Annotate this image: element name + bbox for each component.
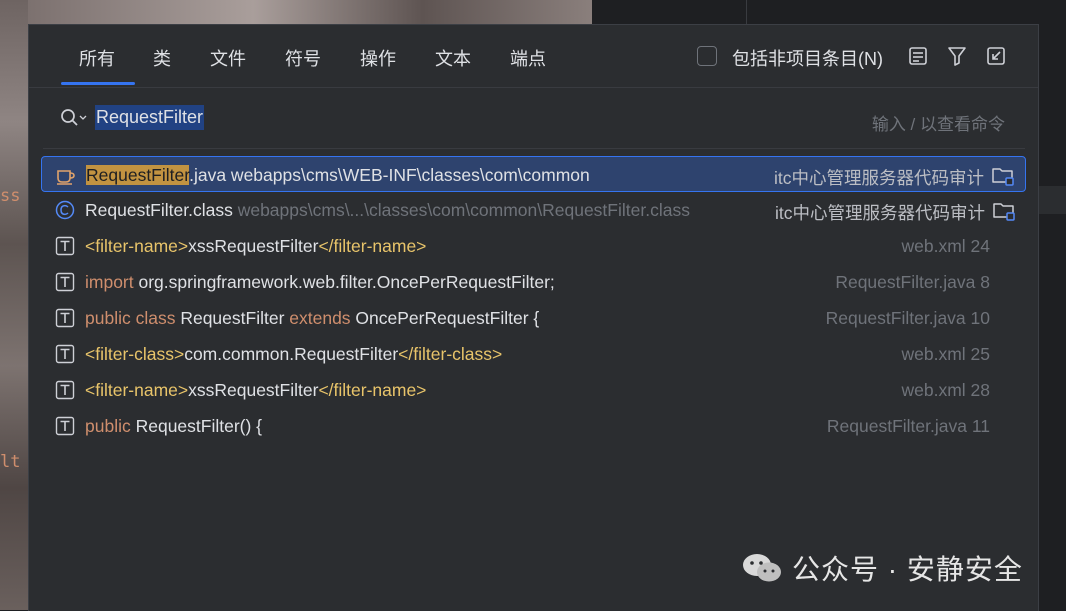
code-text: com.common.RequestFilter bbox=[184, 344, 399, 364]
folder-icon bbox=[992, 200, 1016, 222]
include-non-project-label[interactable]: 包括非项目条目(N) bbox=[732, 45, 883, 71]
collapse-icon[interactable] bbox=[985, 45, 1007, 67]
result-project: itc中心管理服务器代码审计 bbox=[774, 168, 984, 188]
text-icon bbox=[55, 308, 75, 328]
result-text: RequestFilter.class webapps\cms\...\clas… bbox=[85, 200, 690, 221]
xml-tag: </filter-name> bbox=[318, 236, 427, 256]
result-location: web.xml 28 bbox=[901, 380, 990, 400]
folder-icon bbox=[991, 165, 1015, 187]
background-image-top bbox=[28, 0, 592, 24]
xml-tag: <filter-name> bbox=[85, 236, 189, 256]
result-row[interactable]: <filter-class>com.common.RequestFilter</… bbox=[41, 336, 1026, 372]
code-keyword: public class bbox=[85, 308, 176, 328]
result-location: RequestFilter.java 11 bbox=[826, 416, 990, 436]
tab-actions[interactable]: 操作 bbox=[360, 45, 396, 71]
java-file-icon bbox=[56, 165, 76, 185]
divider bbox=[43, 148, 1025, 149]
code-keyword: extends bbox=[289, 308, 351, 328]
code-text: org.springframework.web.filter.OncePerRe… bbox=[133, 272, 555, 292]
editor-current-line bbox=[1037, 186, 1066, 214]
result-row[interactable]: RequestFilter.class webapps\cms\...\clas… bbox=[41, 192, 1026, 228]
search-input[interactable]: RequestFilter bbox=[95, 105, 205, 130]
code-text: xssRequestFilter bbox=[188, 380, 319, 400]
tab-text[interactable]: 文本 bbox=[435, 45, 471, 71]
result-row[interactable]: public class RequestFilter extends OnceP… bbox=[41, 300, 1026, 336]
result-row[interactable]: public RequestFilter() { RequestFilter.ja… bbox=[41, 408, 1026, 444]
code-text: RequestFilter() { bbox=[130, 416, 263, 436]
xml-tag: <filter-name> bbox=[85, 380, 189, 400]
include-non-project-checkbox[interactable] bbox=[697, 46, 717, 66]
xml-tag: <filter-class> bbox=[85, 344, 185, 364]
editor-divider bbox=[746, 0, 747, 24]
result-location: web.xml 24 bbox=[901, 236, 990, 256]
result-text: import org.springframework.web.filter.On… bbox=[85, 272, 555, 293]
background-editor bbox=[592, 0, 1066, 24]
code-keyword: public bbox=[85, 416, 131, 436]
result-location: web.xml 25 bbox=[901, 344, 990, 364]
search-hint: 输入 / 以查看命令 bbox=[871, 115, 1005, 134]
tab-all[interactable]: 所有 bbox=[79, 45, 115, 71]
result-row[interactable]: <filter-name>xssRequestFilter</filter-na… bbox=[41, 372, 1026, 408]
result-location: RequestFilter.java 10 bbox=[825, 308, 990, 328]
search-row: RequestFilter 输入 / 以查看命令 bbox=[29, 88, 1038, 148]
result-path: webapps\cms\...\classes\com\common\Reque… bbox=[232, 200, 690, 220]
result-text: <filter-name>xssRequestFilter</filter-na… bbox=[85, 236, 426, 257]
text-icon bbox=[55, 344, 75, 364]
result-row[interactable]: import org.springframework.web.filter.On… bbox=[41, 264, 1026, 300]
result-path: .java webapps\cms\WEB-INF\classes\com\co… bbox=[189, 165, 590, 185]
result-text: public class RequestFilter extends OnceP… bbox=[85, 308, 539, 329]
background-code-fragment: ss bbox=[0, 186, 21, 206]
result-project: itc中心管理服务器代码审计 bbox=[775, 203, 985, 223]
results-list: RequestFilter.java webapps\cms\WEB-INF\c… bbox=[41, 156, 1026, 444]
match-highlight: RequestFilter bbox=[86, 165, 190, 185]
watermark-text: 公众号 · 安静安全 bbox=[792, 554, 1023, 585]
watermark: 公众号 · 安静安全 bbox=[740, 548, 1023, 588]
background-code-fragment: lt bbox=[0, 452, 21, 472]
tabs-bar: 所有 类 文件 符号 操作 文本 端点 包括非项目条目(N) bbox=[29, 25, 1038, 88]
result-name: RequestFilter.class bbox=[85, 200, 233, 220]
background-image-strip bbox=[0, 0, 28, 610]
tab-endpoints[interactable]: 端点 bbox=[510, 45, 546, 71]
result-location: RequestFilter.java 8 bbox=[835, 272, 990, 292]
tab-files[interactable]: 文件 bbox=[210, 45, 246, 71]
tab-classes[interactable]: 类 bbox=[153, 45, 171, 71]
result-text: RequestFilter.java webapps\cms\WEB-INF\c… bbox=[86, 165, 590, 186]
preview-icon[interactable] bbox=[907, 45, 929, 67]
code-text: RequestFilter bbox=[175, 308, 290, 328]
text-icon bbox=[55, 236, 75, 256]
result-row[interactable]: <filter-name>xssRequestFilter</filter-na… bbox=[41, 228, 1026, 264]
result-row[interactable]: RequestFilter.java webapps\cms\WEB-INF\c… bbox=[41, 156, 1026, 192]
xml-tag: </filter-class> bbox=[398, 344, 503, 364]
code-text: xssRequestFilter bbox=[188, 236, 319, 256]
result-text: <filter-name>xssRequestFilter</filter-na… bbox=[85, 380, 426, 401]
search-icon[interactable] bbox=[59, 106, 87, 130]
class-icon bbox=[55, 200, 75, 220]
code-text: OncePerRequestFilter { bbox=[350, 308, 540, 328]
wechat-icon bbox=[743, 554, 781, 582]
result-text: public RequestFilter() { bbox=[85, 416, 262, 437]
search-everywhere-popup: 所有 类 文件 符号 操作 文本 端点 包括非项目条目(N) RequestFi… bbox=[28, 24, 1039, 611]
active-tab-indicator bbox=[61, 82, 135, 85]
xml-tag: </filter-name> bbox=[318, 380, 427, 400]
text-icon bbox=[55, 416, 75, 436]
text-icon bbox=[55, 380, 75, 400]
result-text: <filter-class>com.common.RequestFilter</… bbox=[85, 344, 502, 365]
code-keyword: import bbox=[85, 272, 134, 292]
filter-icon[interactable] bbox=[946, 45, 968, 67]
tab-symbols[interactable]: 符号 bbox=[285, 45, 321, 71]
text-icon bbox=[55, 272, 75, 292]
